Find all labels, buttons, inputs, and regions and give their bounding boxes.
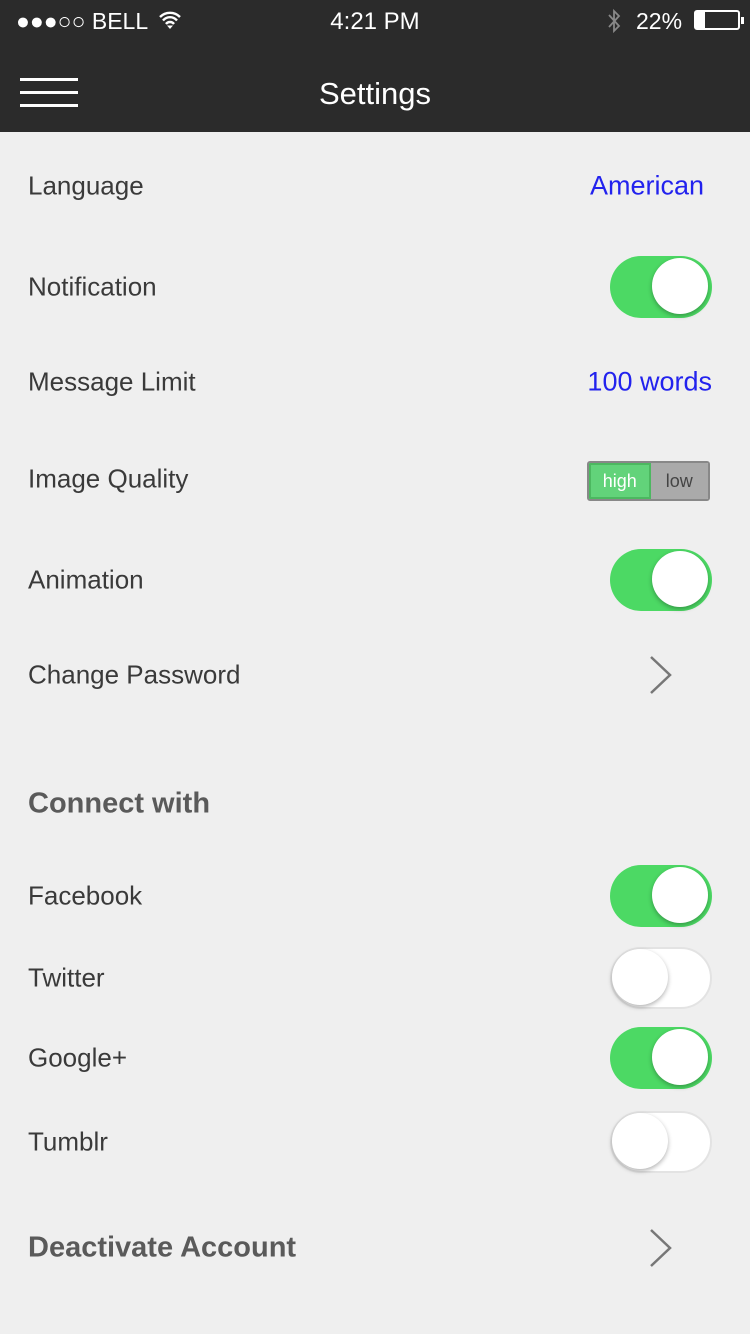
connect-heading: Connect with [28,787,211,820]
language-value[interactable]: American [590,171,704,202]
status-bar: ●●●○○ BELL 4:21 PM 22% [0,0,750,40]
notification-toggle[interactable] [610,256,712,318]
twitter-label: Twitter [28,962,105,993]
facebook-toggle[interactable] [610,865,712,927]
googleplus-toggle[interactable] [610,1027,712,1089]
message-limit-value[interactable]: 100 words [587,367,712,398]
segment-high[interactable]: high [589,463,651,499]
tumblr-toggle[interactable] [610,1111,712,1173]
image-quality-segmented-control: high low [587,461,710,501]
animation-label: Animation [28,564,144,595]
image-quality-label: Image Quality [28,463,189,494]
message-limit-label: Message Limit [28,366,196,397]
battery-icon [694,10,744,30]
facebook-label: Facebook [28,880,143,911]
tumblr-label: Tumblr [28,1126,108,1157]
chevron-right-icon[interactable] [648,655,674,695]
chevron-right-icon[interactable] [648,1228,674,1268]
nav-bar: Settings [0,40,750,132]
segment-low[interactable]: low [650,463,708,499]
change-password-label[interactable]: Change Password [28,660,240,691]
twitter-toggle[interactable] [610,947,712,1009]
notification-label: Notification [28,271,157,302]
page-title: Settings [318,76,431,111]
bluetooth-icon [608,8,621,34]
animation-toggle[interactable] [610,549,712,611]
googleplus-label: Google+ [28,1042,128,1073]
deactivate-account-label[interactable]: Deactivate Account [28,1232,296,1265]
language-label: Language [28,170,144,201]
battery-percent: 22% [636,8,683,34]
